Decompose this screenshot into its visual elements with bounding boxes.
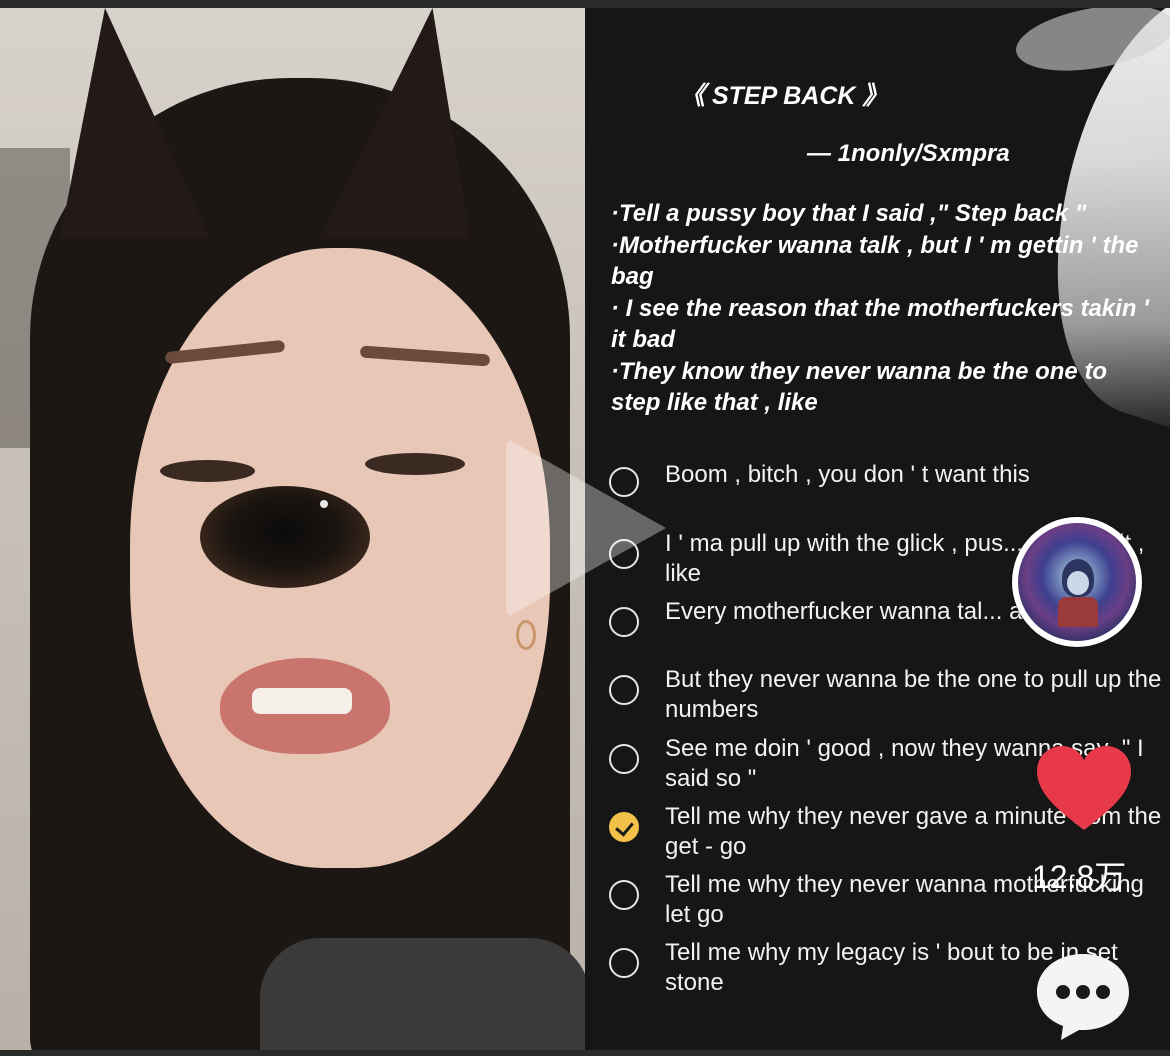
teeth (252, 688, 352, 714)
video-frame[interactable] (0, 8, 585, 1050)
avatar-character-face (1067, 571, 1089, 595)
radio-unchecked-icon[interactable] (609, 744, 639, 774)
comment-icon[interactable] (1033, 950, 1133, 1042)
avatar-image (1018, 523, 1136, 641)
heart-icon[interactable] (1035, 744, 1133, 834)
nose-highlight (320, 500, 328, 508)
shirt (260, 938, 585, 1050)
earring (516, 620, 536, 650)
comment-dot (1096, 985, 1110, 999)
song-title: 《 STEP BACK 》 (680, 82, 888, 110)
dog-nose-filter (200, 486, 370, 588)
song-artist: — 1nonly/Sxmpra (807, 140, 1010, 167)
comment-dot (1056, 985, 1070, 999)
eye-right (365, 453, 465, 475)
verse-line: ·They know they never wanna be the one t… (611, 357, 1108, 417)
radio-unchecked-icon[interactable] (609, 675, 639, 705)
avatar-character-coat (1058, 597, 1098, 627)
checkmark-icon[interactable] (609, 812, 639, 842)
eye-left (160, 460, 255, 482)
verse-lyrics: ·Tell a pussy boy that I said ," Step ba… (611, 198, 1151, 419)
lyric-option[interactable]: Boom , bitch , you don ' t want this (607, 460, 1167, 522)
verse-line: · I see the reason that the motherfucker… (611, 294, 1149, 354)
lyric-option[interactable]: But they never wanna be the one to pull … (607, 665, 1167, 727)
radio-unchecked-icon[interactable] (609, 467, 639, 497)
radio-unchecked-icon[interactable] (609, 948, 639, 978)
radio-unchecked-icon[interactable] (609, 880, 639, 910)
verse-line: ·Motherfucker wanna talk , but I ' m get… (611, 231, 1139, 291)
lyric-option-text: But they never wanna be the one to pull … (665, 666, 1162, 723)
verse-line: ·Tell a pussy boy that I said ," Step ba… (611, 200, 1087, 227)
radio-unchecked-icon[interactable] (609, 607, 639, 637)
like-count: 12.8万 (1032, 859, 1127, 895)
comment-dot (1076, 985, 1090, 999)
creator-avatar[interactable] (1012, 517, 1142, 647)
lyric-option-text: Boom , bitch , you don ' t want this (665, 461, 1030, 488)
